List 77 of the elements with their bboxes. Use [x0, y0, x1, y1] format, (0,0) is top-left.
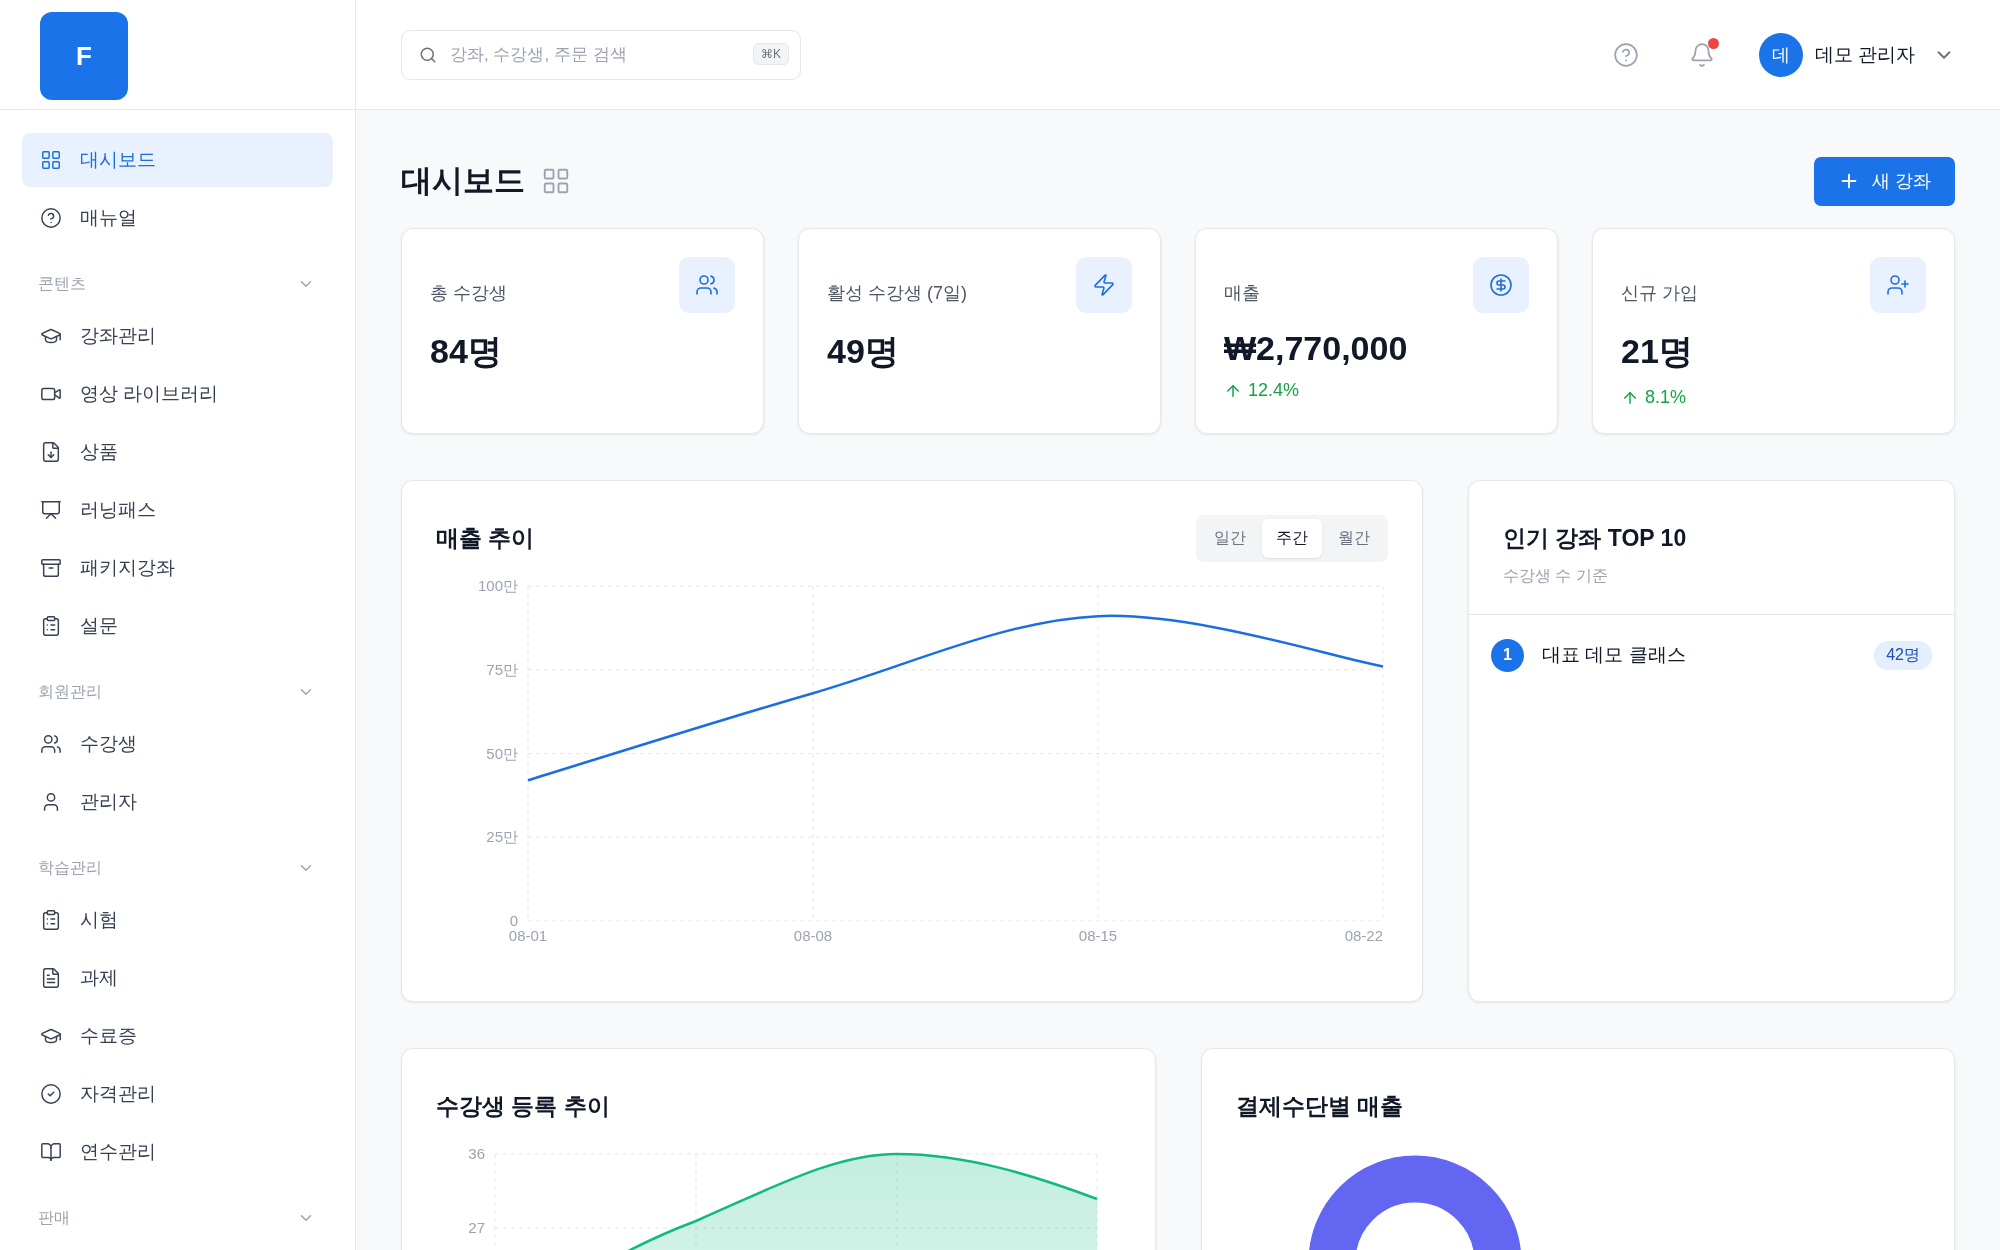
book-icon	[40, 1141, 62, 1163]
period-tab[interactable]: 월간	[1324, 518, 1384, 558]
section-title: 콘텐츠	[38, 273, 86, 294]
card-title: 수강생 등록 추이	[436, 1091, 610, 1121]
sidebar-item[interactable]: 러닝패스	[22, 483, 333, 537]
stat-value: 84명	[430, 331, 503, 372]
axis-label: 0	[509, 912, 518, 929]
help-icon	[1612, 41, 1639, 68]
clipboard-icon	[40, 615, 62, 637]
axis-label: 08-15	[1078, 927, 1118, 944]
easel-icon	[40, 499, 62, 521]
count-badge: 42명	[1874, 640, 1932, 670]
card-subtitle: 수강생 수 기준	[1503, 566, 1609, 586]
document-icon	[40, 967, 62, 989]
stat-label: 매출	[1224, 282, 1261, 305]
stat-value: ₩2,770,000	[1224, 329, 1409, 368]
axis-label: 27	[468, 1219, 485, 1236]
users-icon	[679, 257, 735, 313]
stat-label: 신규 가입	[1621, 282, 1699, 305]
axis-label: 50만	[486, 744, 518, 762]
stat-change: 12.4%	[1248, 380, 1300, 401]
rank-badge: 1	[1491, 638, 1524, 672]
axis-label: 75만	[486, 660, 518, 678]
section-title: 회원관리	[38, 681, 102, 702]
sidebar-item[interactable]: 영상 라이브러리	[22, 367, 333, 421]
new-course-button[interactable]: 새 강좌	[1814, 156, 1955, 206]
stat-change: 8.1%	[1645, 387, 1687, 408]
lightning-icon	[1076, 257, 1132, 313]
sidebar-item[interactable]: 대시보드	[22, 133, 333, 187]
sidebar-item[interactable]: 매뉴얼	[22, 191, 333, 245]
sidebar-item[interactable]: 관리자	[22, 775, 333, 829]
axis-label: 08-08	[793, 927, 833, 944]
search-icon	[419, 45, 437, 64]
sidebar-item[interactable]: 강좌관리	[22, 309, 333, 363]
card-title: 결제수단별 매출	[1235, 1091, 1403, 1121]
sidebar-item[interactable]: 시험	[22, 893, 333, 947]
archive-box-icon	[40, 557, 62, 579]
sidebar-item[interactable]: 과제	[22, 951, 333, 1005]
sidebar-item[interactable]: 패키지강좌	[22, 541, 333, 595]
grid-icon	[541, 166, 571, 196]
sidebar-item[interactable]: 연수관리	[22, 1125, 333, 1179]
card-title: 인기 강좌 TOP 10	[1503, 524, 1688, 553]
axis-label: 36	[468, 1145, 485, 1162]
add-user-icon	[1870, 257, 1926, 313]
dollar-coin-icon	[1473, 257, 1529, 313]
period-tab[interactable]: 일간	[1200, 518, 1260, 558]
help-icon	[40, 207, 62, 229]
file-download-icon	[40, 441, 62, 463]
section-title: 학습관리	[38, 857, 102, 878]
axis-label: 100만	[477, 577, 518, 594]
page-title: 대시보드	[401, 162, 525, 200]
check-circle-icon	[40, 1083, 62, 1105]
user-menu[interactable]: 데 데모 관리자	[1758, 32, 1955, 77]
sidebar-item[interactable]: 상품	[22, 425, 333, 479]
period-tab[interactable]: 주간	[1262, 518, 1322, 558]
axis-label: 08-22	[1344, 927, 1383, 944]
section-title: 판매	[38, 1207, 70, 1228]
avatar: 데	[1758, 32, 1803, 77]
course-name: 대표 데모 클래스	[1542, 643, 1686, 667]
stat-label: 활성 수강생 (7일)	[827, 282, 968, 305]
unread-dot	[1707, 37, 1719, 49]
stat-label: 총 수강생	[430, 282, 508, 305]
user-name: 데모 관리자	[1814, 42, 1915, 67]
grid-icon	[40, 149, 62, 171]
logo[interactable]: F	[40, 12, 128, 100]
sidebar-item[interactable]: 수강생	[22, 717, 333, 771]
card-title: 매출 추이	[436, 523, 535, 553]
clipboard-icon	[40, 909, 62, 931]
sidebar-item[interactable]: 설문	[22, 599, 333, 653]
sidebar-item[interactable]: 수료증	[22, 1009, 333, 1063]
axis-label: 25만	[486, 828, 518, 846]
sidebar-item[interactable]: 자격관리	[22, 1067, 333, 1121]
stat-value: 21명	[1621, 331, 1694, 372]
users-icon	[40, 733, 62, 755]
stat-value: 49명	[827, 331, 900, 372]
bell-icon	[1688, 41, 1715, 68]
axis-label: 08-01	[508, 927, 548, 944]
